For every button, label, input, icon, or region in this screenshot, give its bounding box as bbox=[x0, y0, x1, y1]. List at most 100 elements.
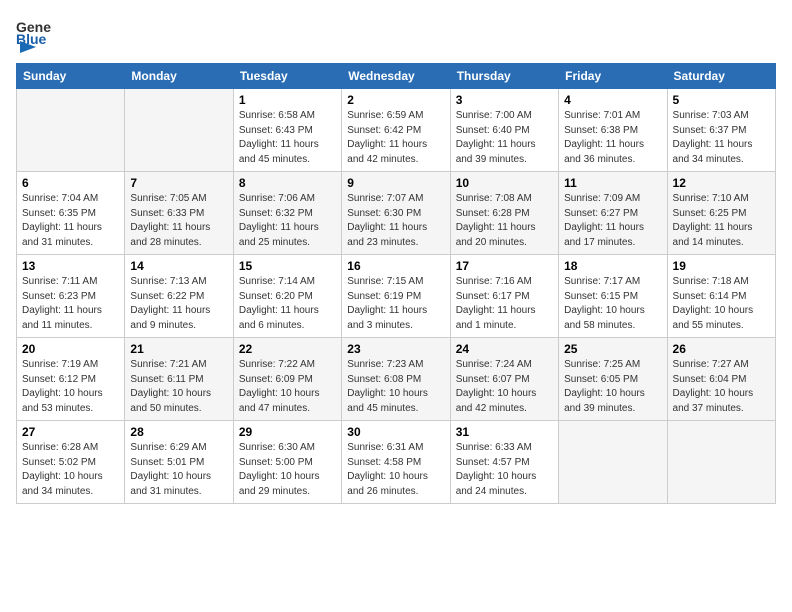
day-number: 14 bbox=[130, 259, 227, 273]
calendar-row: 6 Sunrise: 7:04 AM Sunset: 6:35 PM Daylig… bbox=[17, 172, 776, 255]
calendar-header-row: SundayMondayTuesdayWednesdayThursdayFrid… bbox=[17, 64, 776, 89]
day-info: Sunrise: 7:01 AM Sunset: 6:38 PM Dayligh… bbox=[564, 109, 661, 167]
day-number: 26 bbox=[673, 342, 770, 356]
day-number: 8 bbox=[239, 176, 336, 190]
day-number: 6 bbox=[22, 176, 119, 190]
day-info: Sunrise: 7:05 AM Sunset: 6:33 PM Dayligh… bbox=[130, 192, 227, 250]
day-number: 10 bbox=[456, 176, 553, 190]
day-info: Sunrise: 6:29 AM Sunset: 5:01 PM Dayligh… bbox=[130, 441, 227, 499]
calendar-cell bbox=[559, 421, 667, 504]
calendar-day-header: Monday bbox=[125, 64, 233, 89]
calendar-cell: 11 Sunrise: 7:09 AM Sunset: 6:27 PM Dayli… bbox=[559, 172, 667, 255]
day-number: 21 bbox=[130, 342, 227, 356]
calendar-cell: 5 Sunrise: 7:03 AM Sunset: 6:37 PM Daylig… bbox=[667, 89, 775, 172]
day-number: 12 bbox=[673, 176, 770, 190]
day-number: 4 bbox=[564, 93, 661, 107]
calendar-cell: 22 Sunrise: 7:22 AM Sunset: 6:09 PM Dayli… bbox=[233, 338, 341, 421]
day-number: 1 bbox=[239, 93, 336, 107]
day-number: 22 bbox=[239, 342, 336, 356]
day-info: Sunrise: 7:08 AM Sunset: 6:28 PM Dayligh… bbox=[456, 192, 553, 250]
day-info: Sunrise: 7:23 AM Sunset: 6:08 PM Dayligh… bbox=[347, 358, 444, 416]
calendar-day-header: Friday bbox=[559, 64, 667, 89]
calendar-cell: 15 Sunrise: 7:14 AM Sunset: 6:20 PM Dayli… bbox=[233, 255, 341, 338]
day-number: 29 bbox=[239, 425, 336, 439]
calendar-cell: 27 Sunrise: 6:28 AM Sunset: 5:02 PM Dayli… bbox=[17, 421, 125, 504]
day-number: 20 bbox=[22, 342, 119, 356]
day-info: Sunrise: 7:27 AM Sunset: 6:04 PM Dayligh… bbox=[673, 358, 770, 416]
calendar-cell: 31 Sunrise: 6:33 AM Sunset: 4:57 PM Dayli… bbox=[450, 421, 558, 504]
day-info: Sunrise: 7:17 AM Sunset: 6:15 PM Dayligh… bbox=[564, 275, 661, 333]
day-info: Sunrise: 7:09 AM Sunset: 6:27 PM Dayligh… bbox=[564, 192, 661, 250]
day-info: Sunrise: 7:07 AM Sunset: 6:30 PM Dayligh… bbox=[347, 192, 444, 250]
calendar-cell: 8 Sunrise: 7:06 AM Sunset: 6:32 PM Daylig… bbox=[233, 172, 341, 255]
day-info: Sunrise: 7:06 AM Sunset: 6:32 PM Dayligh… bbox=[239, 192, 336, 250]
calendar-cell: 24Sunrise: 7:24 AM Sunset: 6:07 PM Dayli… bbox=[450, 338, 558, 421]
day-info: Sunrise: 7:03 AM Sunset: 6:37 PM Dayligh… bbox=[673, 109, 770, 167]
day-info: Sunrise: 6:33 AM Sunset: 4:57 PM Dayligh… bbox=[456, 441, 553, 499]
logo-flag-icon bbox=[18, 39, 40, 57]
day-number: 7 bbox=[130, 176, 227, 190]
calendar-table: SundayMondayTuesdayWednesdayThursdayFrid… bbox=[16, 63, 776, 504]
calendar-day-header: Saturday bbox=[667, 64, 775, 89]
calendar-cell: 21 Sunrise: 7:21 AM Sunset: 6:11 PM Dayli… bbox=[125, 338, 233, 421]
calendar-cell: 7 Sunrise: 7:05 AM Sunset: 6:33 PM Daylig… bbox=[125, 172, 233, 255]
day-info: Sunrise: 7:04 AM Sunset: 6:35 PM Dayligh… bbox=[22, 192, 119, 250]
day-info: Sunrise: 7:10 AM Sunset: 6:25 PM Dayligh… bbox=[673, 192, 770, 250]
day-number: 17 bbox=[456, 259, 553, 273]
day-number: 28 bbox=[130, 425, 227, 439]
day-number: 16 bbox=[347, 259, 444, 273]
calendar-cell: 23 Sunrise: 7:23 AM Sunset: 6:08 PM Dayli… bbox=[342, 338, 450, 421]
calendar-cell: 6 Sunrise: 7:04 AM Sunset: 6:35 PM Daylig… bbox=[17, 172, 125, 255]
calendar-row: 20 Sunrise: 7:19 AM Sunset: 6:12 PM Dayli… bbox=[17, 338, 776, 421]
calendar-row: 1 Sunrise: 6:58 AM Sunset: 6:43 PM Daylig… bbox=[17, 89, 776, 172]
calendar-cell: 3Sunrise: 7:00 AM Sunset: 6:40 PM Daylig… bbox=[450, 89, 558, 172]
calendar-day-header: Wednesday bbox=[342, 64, 450, 89]
day-info: Sunrise: 7:13 AM Sunset: 6:22 PM Dayligh… bbox=[130, 275, 227, 333]
calendar-day-header: Thursday bbox=[450, 64, 558, 89]
day-number: 25 bbox=[564, 342, 661, 356]
day-info: Sunrise: 7:19 AM Sunset: 6:12 PM Dayligh… bbox=[22, 358, 119, 416]
calendar-cell: 13 Sunrise: 7:11 AM Sunset: 6:23 PM Dayli… bbox=[17, 255, 125, 338]
calendar-cell: 4 Sunrise: 7:01 AM Sunset: 6:38 PM Daylig… bbox=[559, 89, 667, 172]
logo: General Blue bbox=[16, 16, 52, 51]
day-number: 24 bbox=[456, 342, 553, 356]
day-number: 2 bbox=[347, 93, 444, 107]
calendar-cell: 26 Sunrise: 7:27 AM Sunset: 6:04 PM Dayli… bbox=[667, 338, 775, 421]
day-number: 23 bbox=[347, 342, 444, 356]
calendar-cell: 1 Sunrise: 6:58 AM Sunset: 6:43 PM Daylig… bbox=[233, 89, 341, 172]
calendar-cell: 25Sunrise: 7:25 AM Sunset: 6:05 PM Dayli… bbox=[559, 338, 667, 421]
day-number: 30 bbox=[347, 425, 444, 439]
day-info: Sunrise: 6:28 AM Sunset: 5:02 PM Dayligh… bbox=[22, 441, 119, 499]
day-number: 27 bbox=[22, 425, 119, 439]
day-info: Sunrise: 7:11 AM Sunset: 6:23 PM Dayligh… bbox=[22, 275, 119, 333]
calendar-cell: 28 Sunrise: 6:29 AM Sunset: 5:01 PM Dayli… bbox=[125, 421, 233, 504]
calendar-day-header: Sunday bbox=[17, 64, 125, 89]
day-info: Sunrise: 7:22 AM Sunset: 6:09 PM Dayligh… bbox=[239, 358, 336, 416]
page-header: General Blue bbox=[16, 16, 776, 51]
calendar-row: 27 Sunrise: 6:28 AM Sunset: 5:02 PM Dayli… bbox=[17, 421, 776, 504]
day-info: Sunrise: 6:58 AM Sunset: 6:43 PM Dayligh… bbox=[239, 109, 336, 167]
day-number: 15 bbox=[239, 259, 336, 273]
day-number: 9 bbox=[347, 176, 444, 190]
day-number: 3 bbox=[456, 93, 553, 107]
calendar-cell: 18Sunrise: 7:17 AM Sunset: 6:15 PM Dayli… bbox=[559, 255, 667, 338]
calendar-cell: 9 Sunrise: 7:07 AM Sunset: 6:30 PM Daylig… bbox=[342, 172, 450, 255]
calendar-cell: 14 Sunrise: 7:13 AM Sunset: 6:22 PM Dayli… bbox=[125, 255, 233, 338]
calendar-cell: 17 Sunrise: 7:16 AM Sunset: 6:17 PM Dayli… bbox=[450, 255, 558, 338]
day-info: Sunrise: 7:15 AM Sunset: 6:19 PM Dayligh… bbox=[347, 275, 444, 333]
day-info: Sunrise: 7:16 AM Sunset: 6:17 PM Dayligh… bbox=[456, 275, 553, 333]
day-info: Sunrise: 7:14 AM Sunset: 6:20 PM Dayligh… bbox=[239, 275, 336, 333]
day-number: 31 bbox=[456, 425, 553, 439]
calendar-row: 13 Sunrise: 7:11 AM Sunset: 6:23 PM Dayli… bbox=[17, 255, 776, 338]
calendar-cell: 20 Sunrise: 7:19 AM Sunset: 6:12 PM Dayli… bbox=[17, 338, 125, 421]
day-info: Sunrise: 7:21 AM Sunset: 6:11 PM Dayligh… bbox=[130, 358, 227, 416]
calendar-cell: 2Sunrise: 6:59 AM Sunset: 6:42 PM Daylig… bbox=[342, 89, 450, 172]
calendar-cell: 12 Sunrise: 7:10 AM Sunset: 6:25 PM Dayli… bbox=[667, 172, 775, 255]
day-number: 11 bbox=[564, 176, 661, 190]
day-number: 5 bbox=[673, 93, 770, 107]
calendar-cell: 29Sunrise: 6:30 AM Sunset: 5:00 PM Dayli… bbox=[233, 421, 341, 504]
calendar-cell: 19Sunrise: 7:18 AM Sunset: 6:14 PM Dayli… bbox=[667, 255, 775, 338]
day-number: 13 bbox=[22, 259, 119, 273]
day-info: Sunrise: 7:18 AM Sunset: 6:14 PM Dayligh… bbox=[673, 275, 770, 333]
calendar-cell bbox=[17, 89, 125, 172]
